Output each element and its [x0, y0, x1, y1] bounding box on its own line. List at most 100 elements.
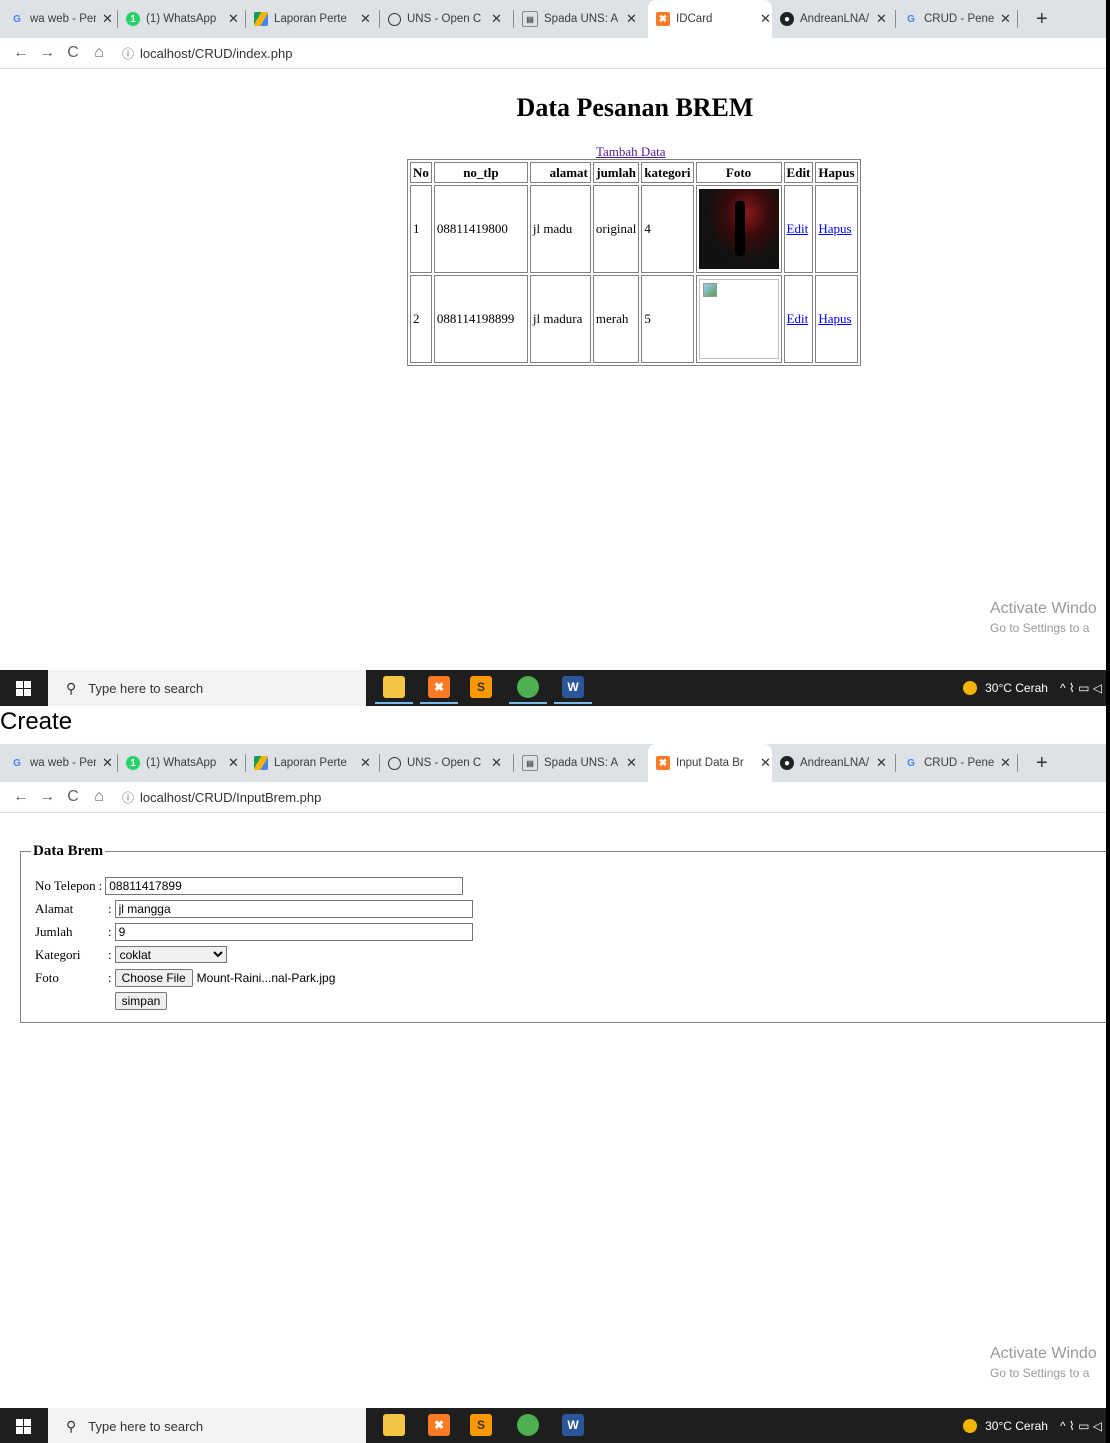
header-jumlah: jumlah	[592, 162, 640, 183]
globe-icon	[388, 756, 401, 770]
header-no-tlp: no_tlp	[433, 162, 528, 183]
file-explorer-icon[interactable]	[383, 1414, 405, 1436]
tray-icons[interactable]: ^ ⌇ ▭ ◁	[1060, 681, 1102, 695]
new-tab-icon[interactable]: +	[1036, 752, 1048, 775]
word-icon[interactable]: W	[554, 676, 592, 704]
reload-icon[interactable]: C	[60, 44, 86, 62]
choose-file-button[interactable]: Choose File	[114, 968, 193, 987]
row-jumlah: Jumlah :	[35, 920, 1105, 943]
tab-crud[interactable]: G CRUD - Penel ✕	[904, 744, 1018, 782]
row-submit: : simpan	[35, 989, 1105, 1012]
edit-link[interactable]: Edit	[787, 311, 809, 326]
tab-wa-web[interactable]: G wa web - Pen ✕	[10, 744, 118, 782]
close-tab-icon[interactable]: ✕	[228, 755, 239, 771]
tab-strip: G wa web - Pen ✕ 1 (1) WhatsApp ✕ Laporan …	[0, 744, 1106, 782]
tab-laporan[interactable]: Laporan Perte ✕	[254, 0, 380, 38]
google-drive-icon	[254, 756, 268, 770]
reload-icon[interactable]: C	[60, 788, 86, 806]
back-icon[interactable]: ←	[8, 788, 34, 806]
taskbar-search[interactable]: ⚲ Type here to search	[48, 1408, 366, 1443]
tray-icons[interactable]: ^ ⌇ ▭ ◁	[1060, 1419, 1102, 1433]
forward-icon[interactable]: →	[34, 44, 60, 62]
close-tab-icon[interactable]: ✕	[876, 755, 887, 771]
tab-whatsapp[interactable]: 1 (1) WhatsApp ✕	[126, 744, 246, 782]
new-tab-icon[interactable]: +	[1036, 8, 1048, 31]
close-tab-icon[interactable]: ✕	[626, 755, 637, 771]
xampp-icon[interactable]: ✖	[428, 1414, 450, 1436]
close-tab-icon[interactable]: ✕	[360, 11, 371, 27]
url-field[interactable]: ⓘ localhost/CRUD/InputBrem.php	[122, 789, 321, 806]
sublime-text-icon[interactable]: S	[470, 1414, 492, 1436]
activate-windows-watermark: Activate Windo Go to Settings to a	[990, 600, 1097, 635]
tab-spada[interactable]: ▤ Spada UNS: A ✕	[522, 0, 646, 38]
google-g-icon: G	[13, 757, 21, 769]
close-tab-icon[interactable]: ✕	[228, 11, 239, 27]
chrome-icon[interactable]	[517, 1414, 539, 1436]
cell-kategori: 4	[641, 185, 694, 273]
windows-start-icon[interactable]	[16, 1419, 31, 1434]
forward-icon[interactable]: →	[34, 788, 60, 806]
system-tray: 30°C Cerah ^ ⌇ ▭ ◁	[963, 670, 1102, 706]
tab-wa-web[interactable]: G wa web - Pen ✕	[10, 0, 118, 38]
back-icon[interactable]: ←	[8, 44, 34, 62]
word-icon[interactable]: W	[562, 1414, 584, 1436]
close-tab-icon[interactable]: ✕	[102, 755, 113, 771]
taskbar-search[interactable]: ⚲ Type here to search	[48, 670, 366, 706]
simpan-button[interactable]: simpan	[114, 991, 168, 1010]
cell-foto	[695, 185, 782, 273]
photo-thumbnail	[698, 189, 779, 269]
hapus-link[interactable]: Hapus	[818, 221, 851, 236]
tambah-data-link[interactable]: Tambah Data	[596, 144, 665, 160]
tab-uns-open[interactable]: UNS - Open C ✕	[388, 0, 514, 38]
close-tab-icon[interactable]: ✕	[491, 11, 502, 27]
google-g-icon: G	[13, 13, 21, 25]
file-explorer-icon[interactable]	[375, 676, 413, 704]
tab-strip: G wa web - Pen ✕ 1 (1) WhatsApp ✕ Laporan …	[0, 0, 1106, 38]
tab-laporan[interactable]: Laporan Perte ✕	[254, 744, 380, 782]
address-bar: ← → C ⌂ ⓘ localhost/CRUD/InputBrem.php	[0, 782, 1106, 813]
tab-whatsapp[interactable]: 1 (1) WhatsApp ✕	[126, 0, 246, 38]
edit-link[interactable]: Edit	[787, 221, 809, 236]
header-kategori: kategori	[641, 162, 694, 183]
header-edit: Edit	[783, 162, 814, 183]
globe-icon	[388, 12, 401, 26]
cell-kategori: 5	[641, 275, 694, 363]
close-tab-icon[interactable]: ✕	[1000, 755, 1011, 771]
close-tab-icon[interactable]: ✕	[760, 755, 771, 771]
close-tab-icon[interactable]: ✕	[102, 11, 113, 27]
kategori-select[interactable]: coklat	[114, 946, 227, 963]
hapus-link[interactable]: Hapus	[818, 311, 851, 326]
url-field[interactable]: ⓘ localhost/CRUD/index.php	[122, 45, 292, 62]
chrome-icon[interactable]	[509, 676, 547, 704]
cell-edit: Edit	[783, 185, 814, 273]
tab-input-data-brem[interactable]: ✖ Input Data Br ✕	[648, 744, 772, 782]
right-edge-border	[1106, 0, 1110, 1443]
tab-crud[interactable]: G CRUD - Penel ✕	[904, 0, 1018, 38]
windows-start-icon[interactable]	[16, 681, 31, 696]
tab-uns-open[interactable]: UNS - Open C ✕	[388, 744, 514, 782]
cell-no-tlp: 08811419800	[433, 185, 528, 273]
close-tab-icon[interactable]: ✕	[876, 11, 887, 27]
tab-idcard[interactable]: ✖ IDCard ✕	[648, 0, 772, 38]
close-tab-icon[interactable]: ✕	[1000, 11, 1011, 27]
table-row: 1 08811419800 jl madu original 4 Edit Ha…	[410, 185, 858, 273]
close-tab-icon[interactable]: ✕	[626, 11, 637, 27]
page-title: Data Pesanan BREM	[516, 93, 754, 122]
cell-edit: Edit	[783, 275, 814, 363]
close-tab-icon[interactable]: ✕	[491, 755, 502, 771]
home-icon[interactable]: ⌂	[86, 788, 112, 806]
sublime-text-icon[interactable]: S	[470, 676, 492, 698]
xampp-icon[interactable]: ✖	[420, 676, 458, 704]
whatsapp-icon: 1	[126, 756, 140, 770]
jumlah-input[interactable]	[114, 922, 473, 941]
close-tab-icon[interactable]: ✕	[760, 11, 771, 27]
activate-windows-watermark: Activate Windo Go to Settings to a	[990, 1345, 1097, 1380]
tab-spada[interactable]: ▤ Spada UNS: A ✕	[522, 744, 646, 782]
telepon-input[interactable]	[105, 876, 464, 895]
alamat-input[interactable]	[114, 899, 473, 918]
tab-github[interactable]: ● AndreanLNA/✕	[780, 744, 896, 782]
github-icon: ●	[780, 756, 794, 770]
tab-github[interactable]: ● AndreanLNA/✕	[780, 0, 896, 38]
close-tab-icon[interactable]: ✕	[360, 755, 371, 771]
home-icon[interactable]: ⌂	[86, 44, 112, 62]
